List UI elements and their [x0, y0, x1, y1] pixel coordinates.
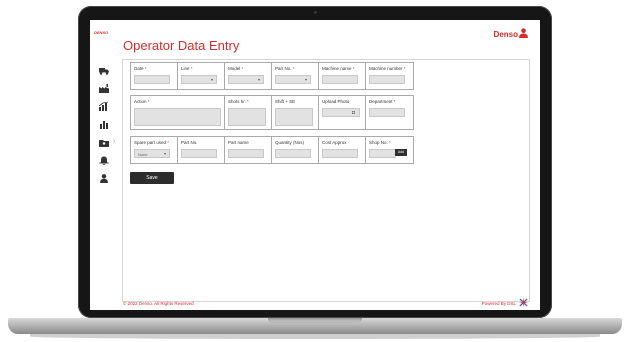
shop-no-cell: Shop No. * Add — [366, 137, 413, 163]
user-icon[interactable] — [519, 28, 528, 38]
folder-user-icon[interactable] — [99, 138, 109, 147]
quantity-field[interactable] — [275, 149, 311, 158]
department-cell: Department * — [366, 96, 413, 129]
denso-logo: DENSO — [94, 30, 109, 35]
save-button[interactable]: Save — [130, 172, 174, 184]
person-icon[interactable] — [99, 174, 109, 183]
dsl-logo-icon — [519, 298, 528, 307]
chart-up-icon[interactable] — [99, 102, 109, 111]
spare-parts-cell: Spare part used * None ▾ — [131, 137, 178, 163]
line-label: Line — [181, 66, 190, 71]
machine-name-field[interactable] — [322, 75, 358, 84]
copyright-text: © 2022 Denso. All Rights Reserved — [123, 301, 194, 306]
webcam — [314, 11, 317, 14]
bell-icon[interactable] — [99, 156, 109, 165]
chevron-down-icon: ▾ — [210, 77, 213, 82]
date-field[interactable] — [134, 75, 170, 84]
model-cell: Model * ▾ — [225, 63, 272, 89]
spare-parts-label: Spare part used — [134, 140, 167, 145]
shop-no-label: Shop No. — [369, 140, 388, 145]
date-label: Date — [134, 66, 144, 71]
factory-icon[interactable] — [99, 84, 109, 93]
form-row-spare-parts: Spare part used * None ▾ Part No. Part n… — [130, 136, 414, 164]
app-screen: DENSO Denso Operator Data Entry › Date *… — [90, 20, 540, 310]
spare-part-no-label: Part No. — [181, 140, 198, 145]
department-label: Department — [369, 99, 393, 104]
machine-number-field[interactable] — [369, 75, 405, 84]
form-card: Date * Line * ▾ Model * ▾ Part No. * ▾ M… — [122, 59, 530, 302]
shift-cell: Shift + SE — [272, 96, 319, 129]
action-label: Action — [134, 99, 147, 104]
cost-cell: Cost Approx — [319, 137, 366, 163]
cost-label: Cost Approx — [322, 140, 347, 145]
shots-cell: Shots hr. * — [225, 96, 272, 129]
form-row-action: Action * Shots hr. * Shift + SE Upload P… — [130, 95, 414, 130]
part-no-cell: Part No. * ▾ — [272, 63, 319, 89]
shift-field[interactable] — [275, 108, 313, 126]
camera-icon: ◘ — [352, 110, 356, 116]
upload-photo-cell: Upload Photo ◘ — [319, 96, 366, 129]
model-label: Model — [228, 66, 241, 71]
chevron-down-icon: ▾ — [163, 151, 166, 156]
date-cell: Date * — [131, 63, 178, 89]
part-name-cell: Part name — [225, 137, 272, 163]
shots-label: Shots hr. — [228, 99, 246, 104]
brand-label[interactable]: Denso — [494, 30, 518, 39]
action-textarea[interactable] — [134, 108, 221, 126]
part-no-label: Part No. — [275, 66, 292, 71]
part-name-field[interactable] — [228, 149, 264, 158]
shots-field[interactable] — [228, 108, 266, 126]
truck-icon[interactable] — [99, 66, 109, 75]
chevron-down-icon: ▾ — [304, 77, 307, 82]
upload-photo-label: Upload Photo — [322, 99, 350, 104]
quantity-label: Quantity (Nos) — [275, 140, 305, 145]
laptop-base-notch — [268, 318, 362, 323]
spare-part-no-field[interactable] — [181, 149, 217, 158]
line-select[interactable]: ▾ — [181, 75, 217, 84]
upload-photo-button[interactable]: ◘ — [322, 108, 360, 117]
machine-name-label: Machine name — [322, 66, 352, 71]
laptop-shadow — [30, 334, 600, 339]
sidebar-collapse-chevron-icon[interactable]: › — [113, 138, 115, 145]
model-select[interactable]: ▾ — [228, 75, 264, 84]
part-no-select[interactable]: ▾ — [275, 75, 311, 84]
machine-name-cell: Machine name * — [319, 63, 366, 89]
page-title: Operator Data Entry — [123, 38, 240, 53]
add-button[interactable]: Add — [395, 149, 407, 156]
department-field[interactable] — [369, 108, 405, 117]
spare-part-no-cell: Part No. — [178, 137, 225, 163]
spare-parts-select[interactable]: None ▾ — [134, 149, 170, 158]
part-name-label: Part name — [228, 140, 249, 145]
powered-by-text: Powered By DSL — [481, 301, 516, 306]
cost-field[interactable] — [322, 149, 358, 158]
line-cell: Line * ▾ — [178, 63, 225, 89]
shop-no-field[interactable] — [369, 149, 396, 158]
action-cell: Action * — [131, 96, 225, 129]
chevron-down-icon: ▾ — [257, 77, 260, 82]
shift-label: Shift + SE — [275, 99, 296, 104]
machine-number-label: Machine number — [369, 66, 403, 71]
form-row-primary: Date * Line * ▾ Model * ▾ Part No. * ▾ M… — [130, 62, 414, 90]
quantity-cell: Quantity (Nos) — [272, 137, 319, 163]
machine-number-cell: Machine number * — [366, 63, 413, 89]
bar-chart-icon[interactable] — [99, 120, 109, 129]
